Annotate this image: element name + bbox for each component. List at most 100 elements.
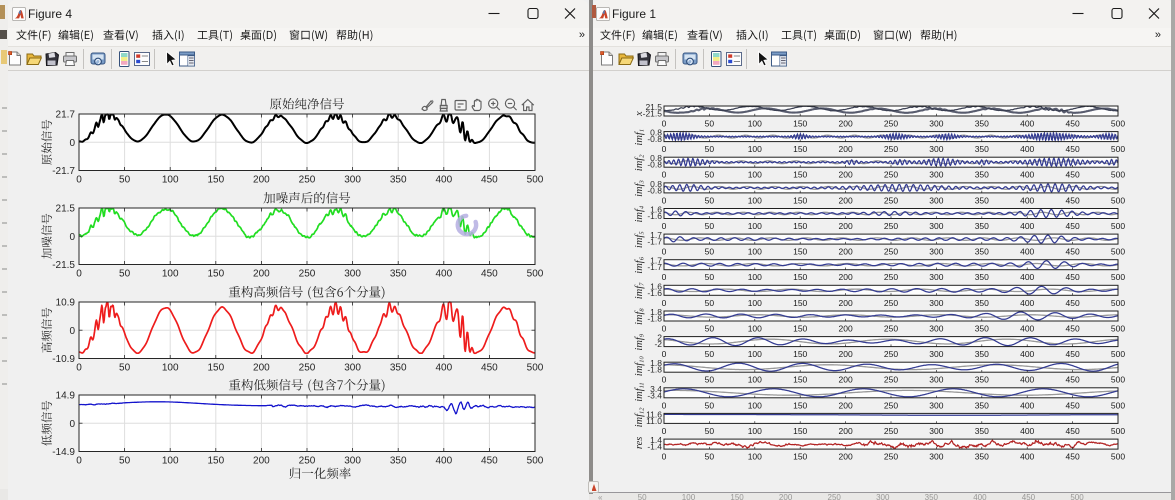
svg-text:350: 350 [975, 272, 989, 282]
svg-text:300: 300 [929, 375, 943, 385]
svg-text:350: 350 [390, 363, 407, 374]
svg-text:100: 100 [162, 363, 179, 374]
svg-text:250: 250 [299, 269, 316, 280]
svg-text:350: 350 [975, 144, 989, 154]
svg-text:500: 500 [1111, 400, 1125, 410]
svg-text:200: 200 [839, 221, 853, 231]
svg-text:imf7: imf7 [634, 282, 646, 299]
svg-text:0: 0 [662, 221, 667, 231]
svg-text:350: 350 [975, 349, 989, 359]
svg-text:450: 450 [1066, 375, 1080, 385]
svg-text:250: 250 [884, 195, 898, 205]
svg-text:100: 100 [748, 375, 762, 385]
svg-text:imf6: imf6 [634, 256, 646, 273]
svg-text:350: 350 [390, 175, 407, 186]
svg-text:500: 500 [1111, 349, 1125, 359]
svg-text:250: 250 [884, 272, 898, 282]
svg-text:50: 50 [119, 269, 131, 280]
svg-text:200: 200 [839, 247, 853, 257]
svg-text:0: 0 [662, 452, 667, 462]
svg-text:250: 250 [884, 452, 898, 462]
svg-text:50: 50 [705, 375, 715, 385]
svg-text:200: 200 [839, 195, 853, 205]
svg-text:-21.7: -21.7 [52, 166, 75, 177]
svg-text:150: 150 [793, 324, 807, 334]
svg-text:50: 50 [705, 452, 715, 462]
svg-text:450: 450 [481, 175, 498, 186]
svg-text:-21.5: -21.5 [52, 260, 75, 271]
svg-text:150: 150 [793, 349, 807, 359]
svg-text:0: 0 [662, 144, 667, 154]
svg-text:400: 400 [1020, 170, 1034, 180]
svg-text:300: 300 [929, 170, 943, 180]
svg-text:500: 500 [1111, 170, 1125, 180]
svg-text:50: 50 [119, 456, 131, 467]
svg-text:imf8: imf8 [634, 308, 646, 325]
svg-text:50: 50 [705, 221, 715, 231]
svg-text:14.9: 14.9 [56, 391, 76, 402]
svg-text:250: 250 [884, 324, 898, 334]
svg-text:300: 300 [929, 400, 943, 410]
svg-text:100: 100 [748, 426, 762, 436]
svg-text:500: 500 [1111, 119, 1125, 129]
svg-text:50: 50 [705, 272, 715, 282]
svg-text:500: 500 [1111, 426, 1125, 436]
svg-text:200: 200 [839, 324, 853, 334]
svg-text:imf9: imf9 [634, 333, 646, 350]
svg-text:-3.4: -3.4 [647, 390, 662, 400]
svg-text:-14.9: -14.9 [52, 447, 75, 458]
svg-text:0: 0 [662, 375, 667, 385]
svg-text:400: 400 [1020, 272, 1034, 282]
svg-text:450: 450 [1066, 452, 1080, 462]
svg-text:0: 0 [662, 272, 667, 282]
svg-text:0: 0 [662, 324, 667, 334]
svg-text:150: 150 [793, 170, 807, 180]
svg-text:0: 0 [662, 119, 667, 129]
svg-text:100: 100 [748, 298, 762, 308]
svg-text:0: 0 [662, 247, 667, 257]
svg-text:350: 350 [975, 452, 989, 462]
svg-text:50: 50 [705, 170, 715, 180]
svg-text:250: 250 [299, 363, 316, 374]
svg-text:500: 500 [1111, 221, 1125, 231]
svg-text:450: 450 [1066, 298, 1080, 308]
svg-text:imf3: imf3 [634, 179, 646, 196]
svg-text:450: 450 [1066, 144, 1080, 154]
svg-text:200: 200 [839, 144, 853, 154]
svg-text:400: 400 [1020, 426, 1034, 436]
svg-text:500: 500 [1111, 452, 1125, 462]
svg-text:0: 0 [662, 298, 667, 308]
svg-text:0: 0 [69, 326, 75, 337]
svg-text:200: 200 [839, 426, 853, 436]
svg-text:150: 150 [207, 269, 224, 280]
svg-text:-1.8: -1.8 [647, 314, 662, 324]
svg-text:50: 50 [705, 426, 715, 436]
svg-text:500: 500 [1111, 195, 1125, 205]
svg-text:150: 150 [793, 195, 807, 205]
svg-text:100: 100 [162, 269, 179, 280]
svg-text:300: 300 [344, 456, 361, 467]
svg-text:21.5: 21.5 [56, 204, 76, 215]
svg-text:450: 450 [1066, 247, 1080, 257]
svg-text:100: 100 [748, 452, 762, 462]
svg-text:200: 200 [839, 400, 853, 410]
svg-text:300: 300 [929, 119, 943, 129]
svg-text:imf11: imf11 [634, 382, 646, 401]
svg-text:200: 200 [839, 349, 853, 359]
svg-text:50: 50 [705, 324, 715, 334]
svg-text:-1.8: -1.8 [647, 365, 662, 375]
svg-text:100: 100 [748, 272, 762, 282]
svg-text:500: 500 [527, 269, 544, 280]
svg-text:400: 400 [1020, 375, 1034, 385]
svg-text:0: 0 [76, 175, 82, 186]
svg-text:100: 100 [748, 170, 762, 180]
svg-text:450: 450 [1066, 195, 1080, 205]
svg-text:-2: -2 [654, 339, 662, 349]
svg-text:-1.6: -1.6 [647, 211, 662, 221]
svg-text:500: 500 [1111, 144, 1125, 154]
svg-text:imf5: imf5 [634, 231, 646, 248]
svg-text:250: 250 [884, 119, 898, 129]
svg-text:500: 500 [527, 456, 544, 467]
svg-text:100: 100 [748, 247, 762, 257]
svg-text:150: 150 [793, 375, 807, 385]
